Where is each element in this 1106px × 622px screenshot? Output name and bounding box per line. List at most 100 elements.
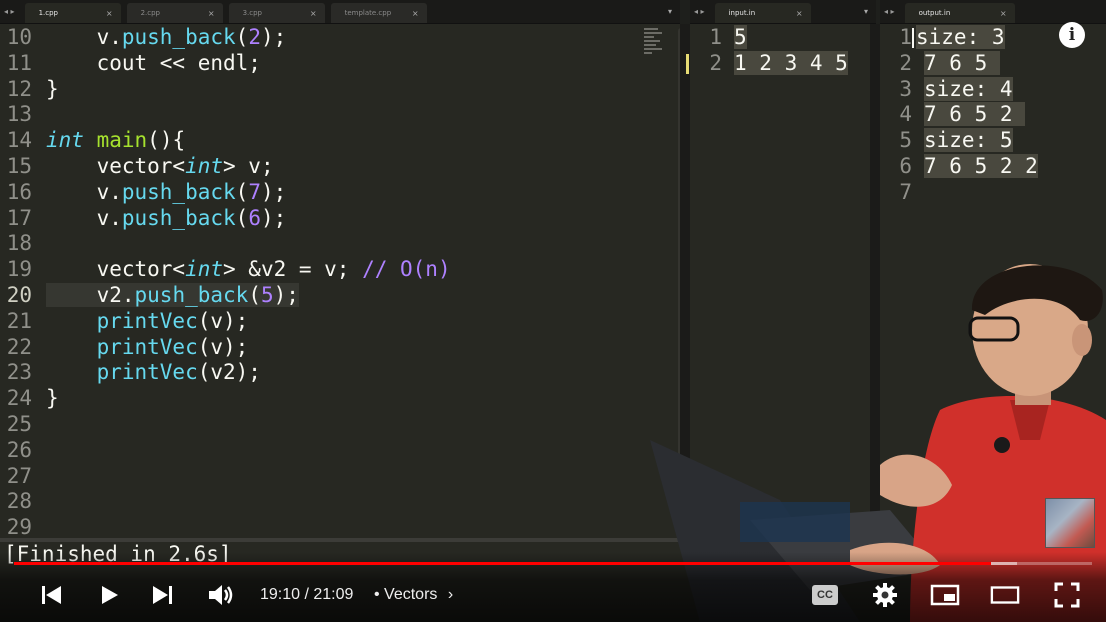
minimap[interactable] [644,28,666,58]
code-text: printVec(v); [96,334,249,359]
text-line[interactable]: 7 [880,179,924,205]
code-line[interactable]: 24} [0,385,680,411]
tab-dropdown-icon[interactable]: ▾ [668,7,672,16]
line-number: 2 [899,50,912,75]
output-editor-pane[interactable]: 1 size: 32 7 6 5 3 size: 4 4 7 6 5 2 5 size: 5… [880,24,1106,538]
text-line[interactable]: 1 size: 3 [880,24,1005,50]
theater-icon [990,586,1020,604]
code-line[interactable]: 26 [0,437,680,463]
pane-divider[interactable] [870,24,880,538]
tabbar-main: ◂ ▸ 1.cpp × 2.cpp × 3.cpp × template.cpp… [0,0,680,24]
code-text: v2.push_back(5); [46,283,299,307]
code-line[interactable]: 12} [0,76,680,102]
line-number: 7 [899,179,912,204]
line-number: 2 [709,50,722,75]
close-icon[interactable]: × [796,9,803,18]
chapter-button[interactable]: • Vectors › [374,586,453,604]
code-editor-pane[interactable]: 10 v.push_back(2); 11 cout << endl; 12} 13 1… [0,24,680,538]
chevron-right-icon: › [447,586,454,603]
tab-2cpp[interactable]: 2.cpp × [126,3,223,23]
close-icon[interactable]: × [310,9,317,18]
progress-bar[interactable] [14,562,1092,565]
code-text: v.push_back(6); [46,205,287,230]
code-line[interactable]: 14 int main(){ [0,127,680,153]
progress-played [14,562,991,565]
text-line[interactable]: 2 1 2 3 4 5 [690,50,848,76]
code-line[interactable]: 19 vector<int> &v2 = v; // O(n) [0,256,680,282]
code-text: } [46,76,59,101]
code-line[interactable]: 16 v.push_back(7); [0,179,680,205]
text-line[interactable]: 2 7 6 5 [880,50,1000,76]
text-line[interactable]: 6 7 6 5 2 2 [880,153,1038,179]
chapter-label: • Vectors [374,586,438,603]
fullscreen-button[interactable] [1052,580,1082,610]
input-editor-pane[interactable]: 152 1 2 3 4 5 [690,24,870,538]
captions-button[interactable]: CC [810,580,840,610]
line-number: 13 [6,102,32,127]
line-number: 3 [899,76,912,101]
text-line[interactable]: 3 size: 4 [880,76,1013,102]
tab-input-in[interactable]: input.in × [714,3,811,23]
line-number: 27 [6,463,32,488]
tab-nav-arrows[interactable]: ◂ ▸ [690,7,709,16]
pane-divider[interactable] [680,24,690,538]
close-icon[interactable]: × [208,9,215,18]
code-line[interactable]: 27 [0,463,680,489]
close-icon[interactable]: × [106,9,113,18]
line-number: 14 [6,128,32,153]
code-line[interactable]: 29 [0,514,680,538]
tab-template-cpp[interactable]: template.cpp × [330,3,427,23]
tab-nav-arrows[interactable]: ◂ ▸ [880,7,899,16]
tabbar-input: ◂ ▸ input.in × ▾ [690,0,876,24]
code-line[interactable]: 15 vector<int> v; [0,153,680,179]
settings-icon [873,583,897,607]
miniplayer-button[interactable] [930,580,960,610]
line-number: 5 [899,128,912,153]
line-text: 7 6 5 2 2 [924,154,1038,178]
next-button[interactable] [148,580,178,610]
theater-button[interactable] [990,580,1020,610]
code-line[interactable]: 25 [0,411,680,437]
text-line[interactable]: 5 size: 5 [880,127,1013,153]
code-line[interactable]: 17 v.push_back(6); [0,205,680,231]
line-number: 1 [709,25,722,49]
close-icon[interactable]: × [1000,9,1007,18]
line-number: 18 [6,231,32,256]
code-line[interactable]: 22 printVec(v); [0,334,680,360]
line-number: 23 [6,360,32,385]
code-text: v.push_back(7); [46,179,287,204]
next-icon [153,586,172,604]
tab-output-in[interactable]: output.in × [904,3,1015,23]
play-icon [102,586,118,604]
settings-button[interactable] [870,580,900,610]
previous-button[interactable] [36,580,66,610]
video-frame: ◂ ▸ 1.cpp × 2.cpp × 3.cpp × template.cpp… [0,0,1106,622]
tab-label: 1.cpp [38,9,58,17]
code-line[interactable]: 21 printVec(v); [0,308,680,334]
tab-dropdown-icon[interactable]: ▾ [864,7,868,16]
code-line[interactable]: 18 [0,230,680,256]
code-line[interactable]: 20 v2.push_back(5); [0,282,680,308]
video-thumbnail[interactable] [1045,498,1095,548]
captions-icon: CC [812,585,838,605]
tab-nav-arrows[interactable]: ◂ ▸ [0,7,19,16]
volume-button[interactable] [206,580,236,610]
code-line[interactable]: 23 printVec(v2); [0,359,680,385]
code-line[interactable]: 10 v.push_back(2); [0,24,680,50]
info-button[interactable]: i [1059,22,1085,48]
code-line[interactable]: 13 [0,101,680,127]
text-line[interactable]: 15 [690,24,747,50]
code-line[interactable]: 28 [0,488,680,514]
tab-3cpp[interactable]: 3.cpp × [228,3,325,23]
line-number: 20 [6,283,32,307]
line-number: 1 [899,25,912,49]
tab-1cpp[interactable]: 1.cpp × [24,3,121,23]
line-text: 5 [734,25,747,49]
line-text: size: 5 [924,128,1013,153]
play-button[interactable] [94,580,124,610]
line-number: 11 [6,50,32,75]
text-line[interactable]: 4 7 6 5 2 [880,101,1026,127]
miniplayer-icon [930,584,960,606]
code-line[interactable]: 11 cout << endl; [0,50,680,76]
close-icon[interactable]: × [412,9,419,18]
